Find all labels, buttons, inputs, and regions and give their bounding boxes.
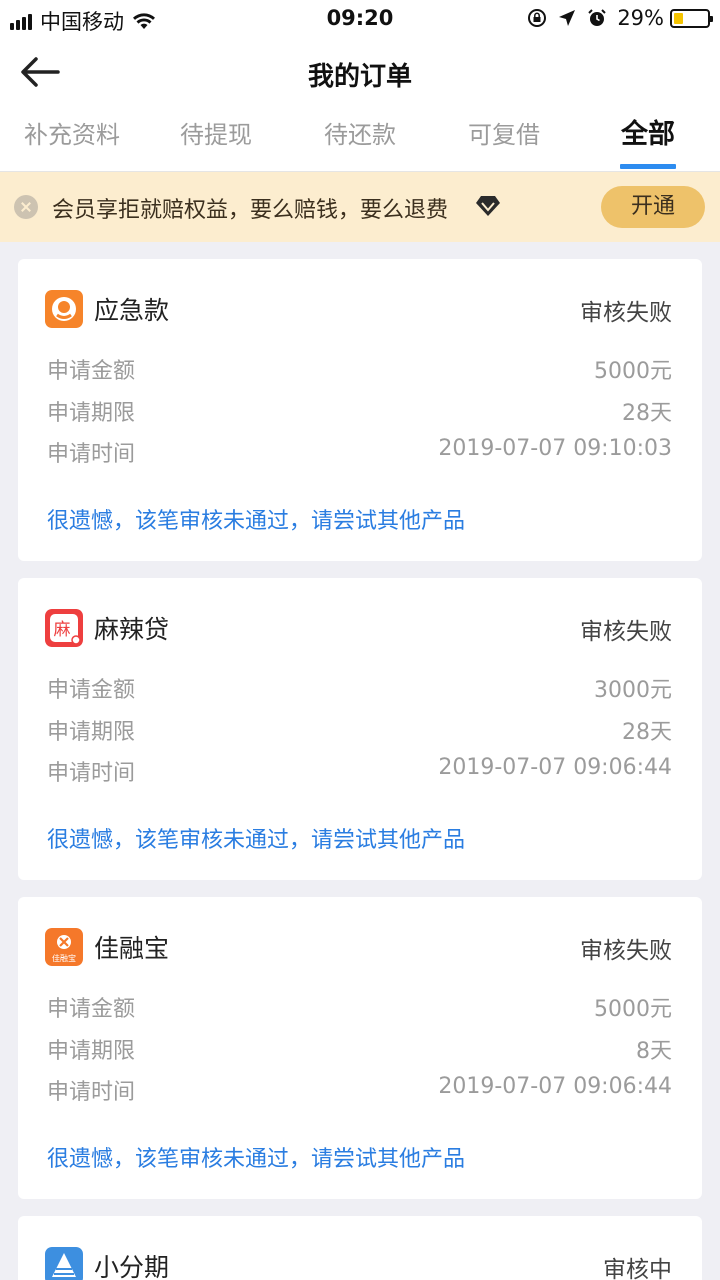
- rejection-notice[interactable]: 很遗憾，该笔审核未通过，请尝试其他产品: [47, 1141, 465, 1173]
- amount-row: 申请金额 5000元: [47, 353, 672, 385]
- amount-value: 3000元: [594, 678, 672, 703]
- amount-label: 申请金额: [47, 997, 136, 1022]
- tab-all[interactable]: 全部: [576, 106, 720, 171]
- time-value: 2019-07-07 09:06:44: [438, 1074, 672, 1099]
- term-label: 申请期限: [47, 720, 136, 745]
- time-row: 申请时间 2019-07-07 09:10:03: [47, 436, 672, 468]
- term-value: 28天: [622, 401, 672, 426]
- close-icon[interactable]: [14, 195, 38, 219]
- amount-row: 申请金额 3000元: [47, 672, 672, 704]
- tab-label: 可复借: [468, 121, 540, 149]
- product-name: 麻辣贷: [94, 615, 170, 644]
- term-label: 申请期限: [47, 401, 136, 426]
- nav-bar: 我的订单: [0, 40, 720, 106]
- amount-label: 申请金额: [47, 678, 136, 703]
- yingjikuan-logo-icon: [45, 290, 83, 328]
- status-badge: 审核失败: [580, 938, 672, 964]
- wifi-icon: [133, 13, 155, 29]
- term-value: 8天: [636, 1039, 672, 1064]
- term-label: 申请期限: [47, 1039, 136, 1064]
- tab-pending-repay[interactable]: 待还款: [288, 106, 432, 171]
- rejection-notice[interactable]: 很遗憾，该笔审核未通过，请尝试其他产品: [47, 503, 465, 535]
- time-label: 申请时间: [47, 442, 136, 467]
- product-name: 小分期: [94, 1253, 170, 1280]
- battery-level: [674, 12, 683, 24]
- amount-label: 申请金额: [47, 359, 136, 384]
- rotation-lock-icon: [528, 9, 547, 27]
- arrow-left-icon[interactable]: [18, 54, 62, 90]
- banner-text: 会员享拒就赔权益，要么赔钱，要么退费: [52, 198, 449, 223]
- time-value: 2019-07-07 09:06:44: [438, 755, 672, 780]
- malaidai-logo-icon: 麻: [45, 609, 83, 647]
- tab-pending-withdraw[interactable]: 待提现: [144, 106, 288, 171]
- term-value: 28天: [622, 720, 672, 745]
- time-label: 申请时间: [47, 1080, 136, 1105]
- tab-label: 补充资料: [24, 121, 120, 149]
- location-icon: [559, 10, 576, 26]
- amount-value: 5000元: [594, 997, 672, 1022]
- amount-row: 申请金额 5000元: [47, 991, 672, 1023]
- carrier-label: 中国移动: [40, 10, 124, 34]
- term-row: 申请期限 28天: [47, 714, 672, 746]
- order-card[interactable]: 小分期 审核中: [18, 1216, 702, 1280]
- tab-label: 待提现: [180, 121, 252, 149]
- product-name: 应急款: [94, 296, 170, 325]
- term-row: 申请期限 28天: [47, 395, 672, 427]
- xiaofenqi-logo-icon: [45, 1247, 83, 1280]
- tab-supplement[interactable]: 补充资料: [0, 106, 144, 171]
- status-badge: 审核失败: [580, 300, 672, 326]
- tab-label: 待还款: [324, 121, 396, 149]
- status-bar: 中国移动 09:20 29%: [0, 0, 720, 40]
- time-value: 2019-07-07 09:10:03: [438, 436, 672, 461]
- tab-reborrow[interactable]: 可复借: [432, 106, 576, 171]
- activate-membership-button[interactable]: 开通: [601, 186, 705, 228]
- product-name: 佳融宝: [94, 934, 170, 963]
- time-label: 申请时间: [47, 761, 136, 786]
- alarm-icon: [588, 9, 607, 26]
- battery-icon: [670, 8, 713, 28]
- status-badge: 审核中: [603, 1257, 672, 1280]
- tab-bar: 补充资料 待提现 待还款 可复借 全部: [0, 106, 720, 172]
- rejection-notice[interactable]: 很遗憾，该笔审核未通过，请尝试其他产品: [47, 822, 465, 854]
- order-card[interactable]: 佳融宝 佳融宝 审核失败 申请金额 5000元 申请期限 8天 申请时间 201…: [18, 897, 702, 1199]
- status-badge: 审核失败: [580, 619, 672, 645]
- diamond-icon: [476, 196, 500, 216]
- order-card[interactable]: 应急款 审核失败 申请金额 5000元 申请期限 28天 申请时间 2019-0…: [18, 259, 702, 561]
- signal-icon: [10, 12, 34, 30]
- page-title: 我的订单: [307, 62, 412, 92]
- jiarongbao-logo-icon: 佳融宝: [45, 928, 83, 966]
- term-row: 申请期限 8天: [47, 1033, 672, 1065]
- active-tab-indicator: [620, 164, 676, 169]
- svg-text:佳融宝: 佳融宝: [52, 953, 76, 963]
- battery-percent: 29%: [617, 6, 664, 30]
- time-row: 申请时间 2019-07-07 09:06:44: [47, 755, 672, 787]
- time-row: 申请时间 2019-07-07 09:06:44: [47, 1074, 672, 1106]
- order-card[interactable]: 麻 麻辣贷 审核失败 申请金额 3000元 申请期限 28天 申请时间 2019…: [18, 578, 702, 880]
- amount-value: 5000元: [594, 359, 672, 384]
- tab-label: 全部: [621, 119, 675, 150]
- svg-text:麻: 麻: [54, 620, 71, 640]
